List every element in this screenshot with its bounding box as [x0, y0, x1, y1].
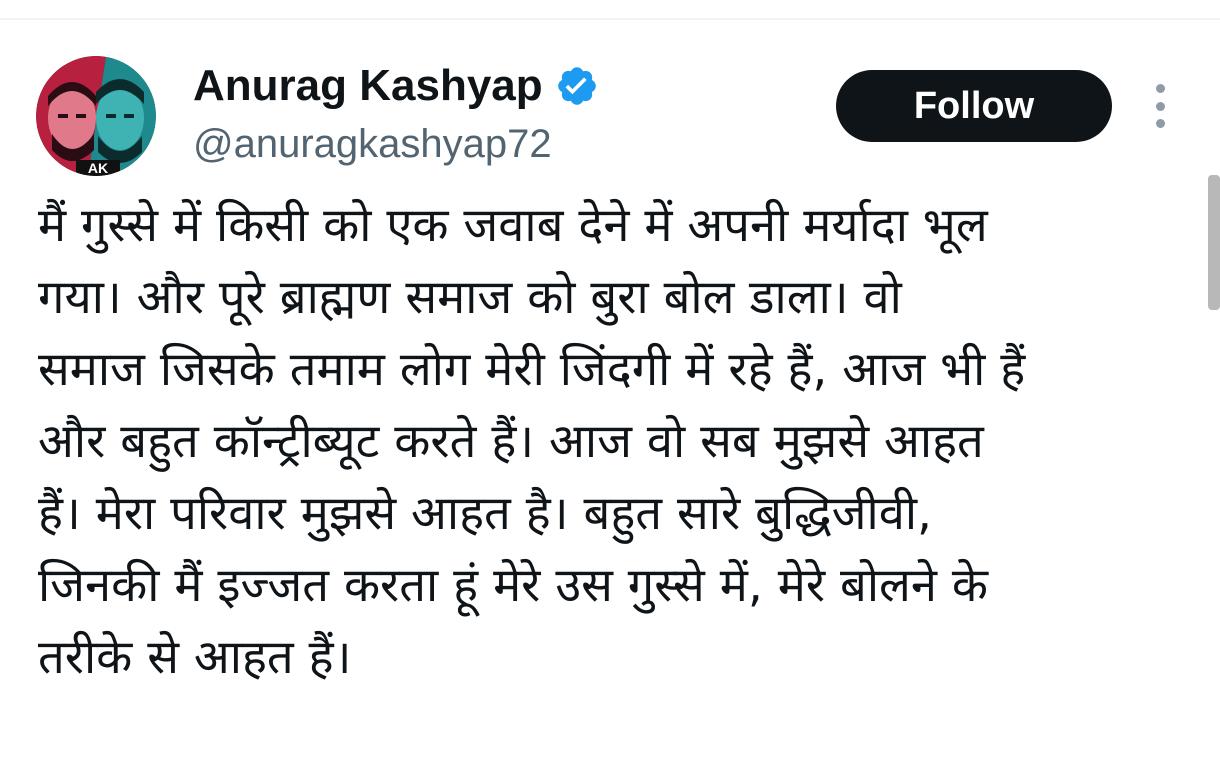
tweet-text: मैं गुस्से में किसी को एक जवाब देने में … [38, 190, 1198, 694]
more-dot [1155, 119, 1165, 128]
author-handle[interactable]: @anuragkashyap72 [193, 118, 552, 170]
tweet-line: गया। और पूरे ब्राह्मण समाज को बुरा बोल ड… [38, 270, 902, 325]
tweet-line: मैं गुस्से में किसी को एक जवाब देने में … [38, 198, 988, 253]
tweet-line: समाज जिसके तमाम लोग मेरी जिंदगी में रहे … [38, 342, 1026, 397]
tweet-line: और बहुत कॉन्ट्रीब्यूट करते हैं। आज वो सब… [38, 414, 984, 469]
scrollbar-thumb[interactable] [1208, 175, 1220, 310]
tweet-line: जिनकी मैं इज्जत करता हूं मेरे उस गुस्से … [38, 558, 988, 613]
more-dot [1155, 101, 1165, 111]
verified-badge-icon[interactable] [555, 64, 599, 108]
follow-button[interactable]: Follow [836, 70, 1112, 142]
avatar-image: AK [36, 56, 156, 176]
tweet-line: तरीके से आहत हैं। [38, 630, 352, 685]
tweet-line: हैं। मेरा परिवार मुझसे आहत है। बहुत सारे… [38, 486, 932, 541]
author-name-row[interactable]: Anurag Kashyap [193, 58, 599, 114]
more-dot [1155, 84, 1165, 93]
avatar[interactable]: AK [36, 56, 156, 176]
divider [0, 18, 1220, 20]
more-vertical-icon[interactable] [1146, 84, 1174, 128]
avatar-label: AK [88, 160, 108, 176]
tweet-page: AK Anurag Kashyap @anuragkashyap72 Follo… [0, 0, 1220, 777]
author-display-name[interactable]: Anurag Kashyap [193, 61, 543, 111]
